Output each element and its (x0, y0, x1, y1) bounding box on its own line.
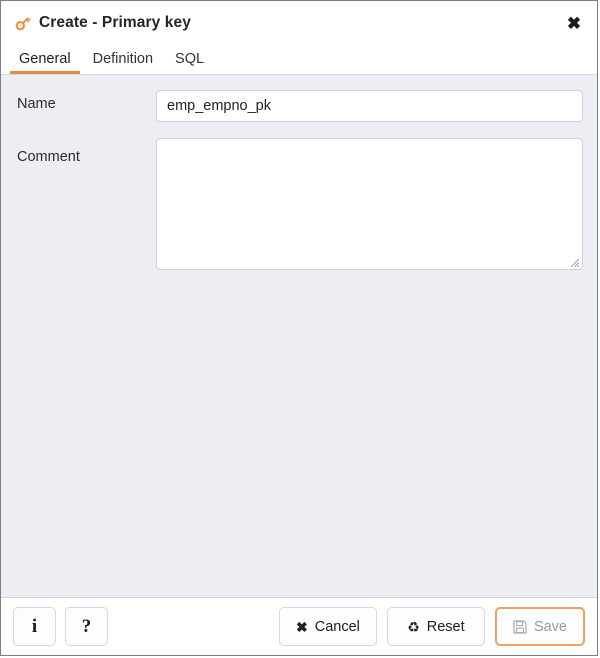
save-button-label: Save (533, 618, 567, 635)
general-tab-panel: Name Comment (1, 75, 597, 597)
tab-definition-label: Definition (92, 51, 154, 67)
tab-general-label: General (19, 51, 71, 67)
close-button[interactable]: ✖ (564, 13, 584, 33)
tab-sql-label: SQL (175, 51, 205, 67)
reset-button-label: Reset (426, 618, 465, 635)
tab-bar: General Definition SQL (1, 45, 597, 75)
info-icon: i (31, 616, 38, 637)
save-button[interactable]: Save (494, 607, 585, 646)
dialog-footer: i ? ✖ Cancel ♻ Reset Save (1, 597, 597, 655)
cancel-button-label: Cancel (314, 618, 360, 635)
comment-textarea-box (156, 138, 583, 270)
tab-sql[interactable]: SQL (164, 45, 215, 74)
create-primary-key-dialog: Create - Primary key ✖ General Definitio… (0, 0, 598, 656)
info-button[interactable]: i (13, 607, 56, 646)
cancel-icon: ✖ (296, 618, 308, 635)
cancel-button[interactable]: ✖ Cancel (278, 607, 377, 646)
key-icon (14, 14, 32, 32)
name-field-wrapper (156, 90, 583, 122)
comment-field-wrapper (156, 138, 583, 270)
help-button[interactable]: ? (65, 607, 108, 646)
name-field-row: Name (1, 90, 597, 122)
comment-label: Comment (17, 149, 80, 165)
comment-field-row: Comment (1, 138, 597, 270)
save-icon (513, 619, 527, 634)
close-icon: ✖ (566, 13, 582, 33)
tab-general[interactable]: General (8, 45, 82, 74)
reset-button[interactable]: ♻ Reset (386, 607, 485, 646)
dialog-title: Create - Primary key (39, 14, 191, 31)
comment-textarea[interactable] (157, 139, 582, 269)
dialog-titlebar: Create - Primary key ✖ (1, 1, 597, 45)
name-label: Name (17, 96, 56, 112)
name-input[interactable] (156, 90, 583, 122)
footer-right-group: ✖ Cancel ♻ Reset Save (278, 607, 585, 646)
titlebar-left: Create - Primary key (14, 14, 191, 32)
tab-definition[interactable]: Definition (82, 45, 164, 74)
help-icon: ? (81, 616, 92, 637)
reset-icon: ♻ (407, 618, 420, 635)
footer-left-group: i ? (13, 607, 108, 646)
